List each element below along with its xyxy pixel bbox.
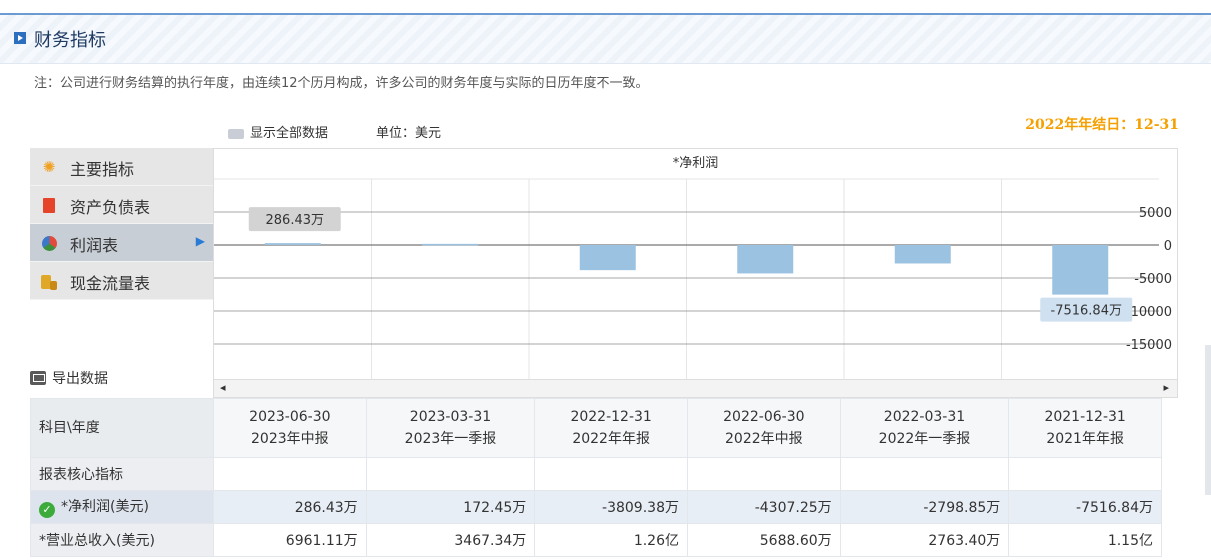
table-header-row: 科目\年度 2023-06-30 2023年中报 2023-03-31 2023年一…	[30, 398, 1162, 458]
active-arrow-icon: ▶	[195, 234, 205, 248]
pie-chart-icon	[40, 234, 58, 252]
y-tick-label: -15000	[1126, 338, 1172, 353]
table-cell: 6961.11万	[213, 523, 367, 557]
table-cell: 1.15亿	[1008, 523, 1162, 557]
chart-svg: *净利润 5000 0 -5000 10000 -15000 286.43万 -7516.84…	[214, 156, 1172, 379]
sun-gear-icon: ✺	[42, 158, 56, 176]
menu-item-balance-sheet[interactable]: 资产负债表	[30, 186, 213, 224]
toggle-icon[interactable]	[228, 128, 244, 139]
table-cell: -7516.84万	[1008, 490, 1162, 524]
column-header: 2021-12-31 2021年年报	[1008, 398, 1162, 458]
right-edge-tab[interactable]	[1205, 345, 1211, 495]
chart-bar	[737, 245, 794, 274]
show-all-label: 显示全部数据	[250, 126, 329, 141]
y-tick-label: 5000	[1139, 206, 1172, 221]
chart-bar	[264, 243, 321, 245]
chart-scrollbar[interactable]: ◂ ▸	[214, 379, 1177, 397]
menu-item-cash-flow[interactable]: 现金流量表	[30, 262, 213, 300]
chart-bar	[422, 243, 479, 246]
export-data-button[interactable]: 导出数据	[30, 368, 108, 388]
fiscal-year-note: 注：公司进行财务结算的执行年度，由连续12个历月构成，许多公司的财务年度与实际的…	[34, 76, 649, 91]
chart-bar	[579, 245, 636, 271]
table-cell: 1.26亿	[534, 523, 688, 557]
table-row[interactable]: ✓ *净利润(美元) 286.43万 172.45万 -3809.38万 -430…	[30, 490, 1162, 524]
section-row: 报表核心指标	[30, 457, 1162, 491]
data-label-text: -7516.84万	[1051, 304, 1122, 319]
table-cell: 3467.34万	[365, 523, 536, 557]
chart-bar	[894, 245, 951, 264]
chart-title: *净利润	[673, 156, 719, 171]
table-cell: 286.43万	[213, 490, 367, 524]
y-tick-label: 10000	[1131, 305, 1172, 320]
y-tick-label: 0	[1164, 239, 1172, 254]
net-profit-chart: *净利润 5000 0 -5000 10000 -15000 286.43万 -7516.84…	[213, 148, 1178, 398]
column-header: 2023-06-30 2023年中报	[213, 398, 367, 458]
table-cell: 172.45万	[365, 490, 536, 524]
export-icon	[30, 371, 46, 385]
data-label: 286.43万	[248, 207, 341, 232]
financial-table: 科目\年度 2023-06-30 2023年中报 2023-03-31 2023年一…	[30, 398, 1162, 557]
y-tick-label: -5000	[1134, 272, 1172, 287]
table-cell: -3809.38万	[534, 490, 688, 524]
row-label[interactable]: ✓ *净利润(美元)	[30, 490, 214, 524]
column-header: 2022-12-31 2022年年报	[534, 398, 688, 458]
table-cell: 5688.60万	[686, 523, 841, 557]
menu-item-income-statement[interactable]: 利润表 ▶	[30, 224, 213, 262]
menu-item-label: 现金流量表	[70, 274, 151, 293]
column-header: 2022-06-30 2022年中报	[686, 398, 841, 458]
scroll-left-icon[interactable]: ◂	[220, 381, 226, 394]
menu-item-label: 主要指标	[70, 160, 135, 179]
section-header: 财务指标	[0, 15, 1211, 64]
column-header: 2023-03-31 2023年一季报	[365, 398, 536, 458]
data-label: -7516.84万	[1040, 297, 1133, 322]
section-title: 财务指标	[34, 30, 106, 51]
document-icon	[40, 196, 58, 214]
export-label: 导出数据	[52, 371, 108, 387]
coins-icon	[40, 272, 58, 290]
menu-item-label: 资产负债表	[70, 198, 151, 217]
scroll-right-icon[interactable]: ▸	[1163, 381, 1169, 394]
chart-bar	[1052, 245, 1109, 295]
check-icon[interactable]: ✓	[39, 502, 55, 518]
column-header: 2022-03-31 2022年一季报	[839, 398, 1010, 458]
table-cell: -4307.25万	[686, 490, 841, 524]
corner-header: 科目\年度	[30, 398, 214, 458]
show-all-toggle[interactable]: 显示全部数据	[228, 122, 328, 141]
menu-item-label: 利润表	[70, 236, 119, 255]
data-label-text: 286.43万	[266, 213, 325, 228]
table-cell: -2798.85万	[839, 490, 1010, 524]
statement-menu: ✺ 主要指标 资产负债表 利润表 ▶ 现金流量表	[30, 148, 213, 300]
section-row-label: 报表核心指标	[30, 457, 214, 491]
section-marker-icon	[14, 32, 26, 44]
menu-item-main-indicators[interactable]: ✺ 主要指标	[30, 148, 213, 186]
row-label[interactable]: *营业总收入(美元)	[30, 523, 214, 557]
table-row[interactable]: *营业总收入(美元) 6961.11万 3467.34万 1.26亿 5688.…	[30, 523, 1162, 557]
table-cell: 2763.40万	[839, 523, 1010, 557]
year-end-label: 2022年年结日：12-31	[1025, 117, 1179, 133]
unit-label: 单位：美元	[376, 126, 442, 141]
